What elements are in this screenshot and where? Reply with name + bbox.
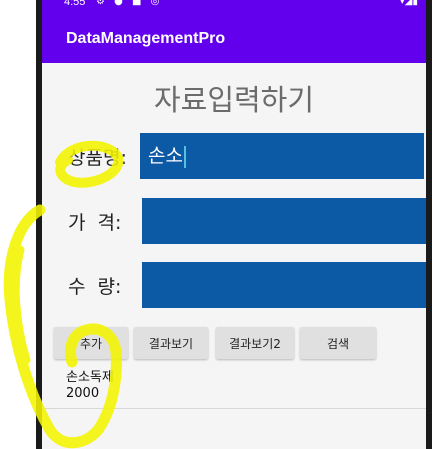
status-icons: ⚙ ● ■ ◎ bbox=[96, 0, 163, 7]
product-name-field[interactable]: 손소 bbox=[140, 133, 424, 179]
main-content: 자료입력하기 상품명: 손소 가 격: 수 량: 추가 결과보기 결과보기2 검… bbox=[42, 63, 426, 449]
page-title: 자료입력하기 bbox=[153, 83, 315, 117]
left-bezel bbox=[0, 0, 36, 449]
form-row-product-name: 상품명: 손소 bbox=[42, 133, 426, 179]
form-row-quantity: 수 량: bbox=[42, 262, 426, 308]
view-results2-button[interactable]: 결과보기2 bbox=[216, 327, 294, 359]
price-field[interactable] bbox=[142, 198, 426, 244]
quantity-field[interactable] bbox=[142, 262, 426, 308]
divider bbox=[42, 408, 426, 409]
app-title: DataManagementPro bbox=[66, 30, 226, 47]
quantity-label: 수 량: bbox=[68, 276, 122, 298]
result-line-name: 손소독제 bbox=[66, 370, 114, 385]
status-bar: 4:55 ⚙ ● ■ ◎ ▾◢▮ bbox=[42, 0, 426, 10]
right-bezel bbox=[432, 0, 442, 449]
button-bar: 추가 결과보기 결과보기2 검색 bbox=[42, 327, 426, 361]
form-row-price: 가 격: bbox=[42, 198, 426, 244]
view-results-button[interactable]: 결과보기 bbox=[134, 327, 208, 359]
add-button[interactable]: 추가 bbox=[54, 327, 128, 359]
app-bar: DataManagementPro bbox=[42, 10, 426, 63]
search-button[interactable]: 검색 bbox=[300, 327, 376, 359]
phone-screen: 4:55 ⚙ ● ■ ◎ ▾◢▮ DataManagementPro 자료입력하… bbox=[42, 0, 426, 449]
status-signal-icons: ▾◢▮ bbox=[399, 0, 418, 7]
price-label: 가 격: bbox=[68, 212, 122, 234]
result-line-price: 2000 bbox=[66, 386, 100, 401]
product-name-label: 상품명: bbox=[68, 147, 127, 169]
product-name-value: 손소 bbox=[148, 145, 183, 167]
status-time: 4:55 bbox=[64, 0, 86, 8]
result-text: 손소독제 2000 bbox=[66, 370, 114, 402]
text-cursor bbox=[183, 145, 186, 168]
